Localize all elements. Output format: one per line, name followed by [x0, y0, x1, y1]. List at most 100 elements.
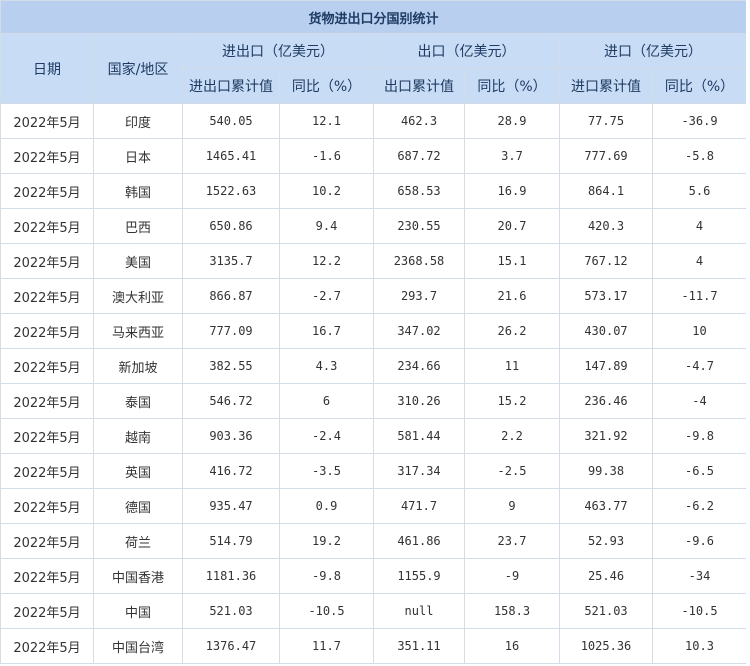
- cell-region: 马来西亚: [93, 313, 183, 349]
- cell-date: 2022年5月: [0, 103, 94, 139]
- cell-export-cumulative: 581.44: [373, 418, 465, 454]
- table-row: 2022年5月 泰国 546.72 6 310.26 15.2 236.46 -4: [0, 383, 746, 419]
- cell-export-yoy: 21.6: [464, 278, 560, 314]
- cell-total-yoy: 16.7: [279, 313, 374, 349]
- cell-export-yoy: 11: [464, 348, 560, 384]
- cell-export-yoy: 20.7: [464, 208, 560, 244]
- cell-region: 泰国: [93, 383, 183, 419]
- cell-import-yoy: -6.2: [651, 488, 746, 524]
- cell-date: 2022年5月: [0, 383, 94, 419]
- cell-export-cumulative: 687.72: [373, 138, 465, 174]
- cell-import-cumulative: 25.46: [559, 558, 653, 594]
- cell-region: 澳大利亚: [93, 278, 183, 314]
- table-row: 2022年5月 巴西 650.86 9.4 230.55 20.7 420.3 4: [0, 208, 746, 244]
- cell-total-yoy: -2.7: [279, 278, 374, 314]
- cell-import-cumulative: 767.12: [559, 243, 653, 279]
- cell-total-yoy: 0.9: [279, 488, 374, 524]
- cell-total-yoy: 12.1: [279, 103, 374, 139]
- cell-import-yoy: -6.5: [651, 453, 746, 489]
- table-row: 2022年5月 马来西亚 777.09 16.7 347.02 26.2 430.07 10: [0, 313, 746, 349]
- cell-date: 2022年5月: [0, 243, 94, 279]
- cell-export-yoy: 23.7: [464, 523, 560, 559]
- table-row: 2022年5月 澳大利亚 866.87 -2.7 293.7 21.6 573.17 -11.…: [0, 278, 746, 314]
- cell-date: 2022年5月: [0, 628, 94, 664]
- cell-export-yoy: 9: [464, 488, 560, 524]
- table-row: 2022年5月 德国 935.47 0.9 471.7 9 463.77 -6.2: [0, 488, 746, 524]
- cell-date: 2022年5月: [0, 593, 94, 629]
- cell-export-yoy: 16: [464, 628, 560, 664]
- cell-region: 美国: [93, 243, 183, 279]
- cell-import-yoy: -9.6: [651, 523, 746, 559]
- table-body: 2022年5月 印度 540.05 12.1 462.3 28.9 77.75 -36.9 20…: [0, 103, 746, 664]
- cell-import-cumulative: 777.69: [559, 138, 653, 174]
- cell-export-yoy: 26.2: [464, 313, 560, 349]
- cell-export-yoy: 28.9: [464, 103, 560, 139]
- cell-import-cumulative: 321.92: [559, 418, 653, 454]
- cell-total-yoy: 19.2: [279, 523, 374, 559]
- cell-total-yoy: 11.7: [279, 628, 374, 664]
- cell-import-yoy: -9.8: [651, 418, 746, 454]
- cell-import-yoy: 10.3: [651, 628, 746, 664]
- cell-export-yoy: 158.3: [464, 593, 560, 629]
- cell-region: 印度: [93, 103, 183, 139]
- cell-total-yoy: -3.5: [279, 453, 374, 489]
- cell-total-cumulative: 521.03: [182, 593, 280, 629]
- cell-region: 德国: [93, 488, 183, 524]
- cell-total-yoy: -9.8: [279, 558, 374, 594]
- table-row: 2022年5月 印度 540.05 12.1 462.3 28.9 77.75 -36.9: [0, 103, 746, 139]
- cell-date: 2022年5月: [0, 173, 94, 209]
- cell-export-yoy: 3.7: [464, 138, 560, 174]
- cell-import-yoy: -4: [651, 383, 746, 419]
- cell-import-cumulative: 1025.36: [559, 628, 653, 664]
- cell-import-yoy: 5.6: [651, 173, 746, 209]
- cell-total-cumulative: 382.55: [182, 348, 280, 384]
- cell-export-cumulative: 2368.58: [373, 243, 465, 279]
- cell-export-cumulative: 351.11: [373, 628, 465, 664]
- cell-import-cumulative: 77.75: [559, 103, 653, 139]
- cell-import-cumulative: 521.03: [559, 593, 653, 629]
- table-row: 2022年5月 韩国 1522.63 10.2 658.53 16.9 864.1 5.6: [0, 173, 746, 209]
- cell-total-cumulative: 777.09: [182, 313, 280, 349]
- cell-import-cumulative: 236.46: [559, 383, 653, 419]
- cell-import-cumulative: 430.07: [559, 313, 653, 349]
- cell-region: 韩国: [93, 173, 183, 209]
- cell-date: 2022年5月: [0, 558, 94, 594]
- cell-import-cumulative: 864.1: [559, 173, 653, 209]
- header-total-cumulative: 进出口累计值: [182, 68, 280, 104]
- cell-export-cumulative: 461.86: [373, 523, 465, 559]
- header-import-yoy: 同比（%）: [651, 68, 746, 104]
- cell-total-cumulative: 540.05: [182, 103, 280, 139]
- cell-total-yoy: -1.6: [279, 138, 374, 174]
- cell-export-yoy: 15.2: [464, 383, 560, 419]
- cell-export-cumulative: 234.66: [373, 348, 465, 384]
- cell-import-cumulative: 463.77: [559, 488, 653, 524]
- cell-total-cumulative: 1376.47: [182, 628, 280, 664]
- cell-export-yoy: -9: [464, 558, 560, 594]
- cell-date: 2022年5月: [0, 138, 94, 174]
- cell-import-cumulative: 99.38: [559, 453, 653, 489]
- cell-total-cumulative: 1181.36: [182, 558, 280, 594]
- cell-region: 越南: [93, 418, 183, 454]
- cell-export-yoy: 16.9: [464, 173, 560, 209]
- table-row: 2022年5月 越南 903.36 -2.4 581.44 2.2 321.92 -9.8: [0, 418, 746, 454]
- cell-export-cumulative: 347.02: [373, 313, 465, 349]
- header-date: 日期: [0, 33, 94, 104]
- cell-date: 2022年5月: [0, 453, 94, 489]
- cell-export-yoy: -2.5: [464, 453, 560, 489]
- cell-region: 荷兰: [93, 523, 183, 559]
- table-row: 2022年5月 新加坡 382.55 4.3 234.66 11 147.89 -4.7: [0, 348, 746, 384]
- cell-import-yoy: -11.7: [651, 278, 746, 314]
- cell-import-yoy: 10: [651, 313, 746, 349]
- trade-stats-table: 货物进出口分国别统计 日期 国家/地区 进出口（亿美元） 出口（亿美元） 进口（…: [0, 0, 746, 664]
- header-import-cumulative: 进口累计值: [559, 68, 653, 104]
- cell-total-cumulative: 3135.7: [182, 243, 280, 279]
- cell-import-yoy: -34: [651, 558, 746, 594]
- cell-region: 中国台湾: [93, 628, 183, 664]
- header-export-yoy: 同比（%）: [464, 68, 560, 104]
- cell-total-cumulative: 650.86: [182, 208, 280, 244]
- table-header: 货物进出口分国别统计 日期 国家/地区 进出口（亿美元） 出口（亿美元） 进口（…: [0, 0, 746, 104]
- cell-total-cumulative: 546.72: [182, 383, 280, 419]
- table-row: 2022年5月 中国台湾 1376.47 11.7 351.11 16 1025.36 10.…: [0, 628, 746, 664]
- cell-import-yoy: -10.5: [651, 593, 746, 629]
- cell-import-yoy: -36.9: [651, 103, 746, 139]
